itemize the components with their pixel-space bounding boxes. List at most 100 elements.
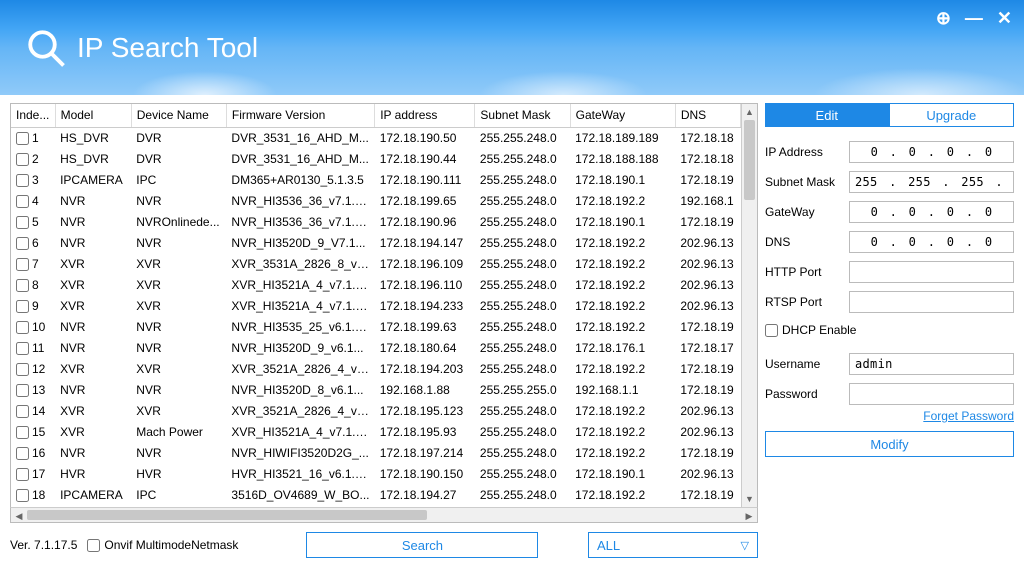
table-row[interactable]: 14XVRXVRXVR_3521A_2826_4_v7...172.18.195… [11,401,741,422]
http-port-input[interactable] [849,261,1014,283]
tab-edit[interactable]: Edit [765,103,889,127]
cell-ip: 172.18.190.111 [375,170,475,191]
col-header[interactable]: Subnet Mask [475,104,570,127]
password-input[interactable] [849,383,1014,405]
table-row[interactable]: 2HS_DVRDVRDVR_3531_16_AHD_M...172.18.190… [11,149,741,170]
row-checkbox[interactable] [16,237,29,250]
dhcp-checkbox[interactable]: DHCP Enable [765,323,1014,337]
col-header[interactable]: Firmware Version [226,104,374,127]
cell-dns: 202.96.13 [675,296,740,317]
row-checkbox[interactable] [16,363,29,376]
scroll-left-icon[interactable]: ◀ [11,508,27,522]
onvif-checkbox-input[interactable] [87,539,100,552]
scroll-right-icon[interactable]: ▶ [741,508,757,522]
dns-input[interactable] [849,231,1014,253]
row-index: 8 [32,278,39,292]
col-header[interactable]: Device Name [131,104,226,127]
col-header[interactable]: Model [55,104,131,127]
forget-password-link[interactable]: Forget Password [765,409,1014,423]
cell-mask: 255.255.248.0 [475,296,570,317]
onvif-checkbox[interactable]: Onvif MultimodeNetmask [87,538,238,552]
col-header[interactable]: DNS [675,104,740,127]
table-row[interactable]: 12XVRXVRXVR_3521A_2826_4_v7...172.18.194… [11,359,741,380]
cell-model: XVR [55,359,131,380]
search-button[interactable]: Search [306,532,538,558]
dhcp-checkbox-input[interactable] [765,324,778,337]
row-checkbox[interactable] [16,447,29,460]
row-checkbox[interactable] [16,300,29,313]
table-row[interactable]: 4NVRNVRNVR_HI3536_36_v7.1.3...172.18.199… [11,191,741,212]
col-header[interactable]: GateWay [570,104,675,127]
row-index: 17 [32,467,45,481]
cell-gw: 172.18.192.2 [570,317,675,338]
rtsp-port-input[interactable] [849,291,1014,313]
table-row[interactable]: 18IPCAMERAIPC3516D_OV4689_W_BO...172.18.… [11,485,741,506]
modify-button[interactable]: Modify [765,431,1014,457]
table-row[interactable]: 11NVRNVRNVR_HI3520D_9_v6.1...172.18.180.… [11,338,741,359]
hscroll-thumb[interactable] [27,510,427,520]
row-checkbox[interactable] [16,174,29,187]
subnet-mask-label: Subnet Mask [765,175,849,189]
cell-mask: 255.255.248.0 [475,149,570,170]
table-row[interactable]: 6NVRNVRNVR_HI3520D_9_V7.1...172.18.194.1… [11,233,741,254]
vertical-scrollbar[interactable]: ▲ ▼ [741,104,757,507]
row-checkbox[interactable] [16,153,29,166]
cell-mask: 255.255.248.0 [475,338,570,359]
filter-select[interactable]: ALL ▽ [588,532,758,558]
row-checkbox[interactable] [16,195,29,208]
cell-fw: HVR_HI3521_16_v6.1.4... [226,464,374,485]
row-checkbox[interactable] [16,258,29,271]
col-header[interactable]: Inde... [11,104,55,127]
table-row[interactable]: 1HS_DVRDVRDVR_3531_16_AHD_M...172.18.190… [11,127,741,149]
cell-fw: NVR_HI3520D_9_v6.1... [226,338,374,359]
table-row[interactable]: 15XVRMach PowerXVR_HI3521A_4_v7.1.2...17… [11,422,741,443]
row-checkbox[interactable] [16,321,29,334]
cell-gw: 192.168.1.1 [570,380,675,401]
table-row[interactable]: 3IPCAMERAIPCDM365+AR0130_5.1.3.5172.18.1… [11,170,741,191]
cell-dns: 202.96.13 [675,422,740,443]
gateway-input[interactable] [849,201,1014,223]
table-row[interactable]: 9XVRXVRXVR_HI3521A_4_v7.1.1...172.18.194… [11,296,741,317]
cell-dns: 202.96.13 [675,233,740,254]
ip-address-input[interactable] [849,141,1014,163]
username-input[interactable] [849,353,1014,375]
cell-mask: 255.255.248.0 [475,443,570,464]
subnet-mask-input[interactable] [849,171,1014,193]
close-icon[interactable]: ✕ [997,8,1012,29]
add-icon[interactable]: ⊕ [936,8,951,29]
row-checkbox[interactable] [16,405,29,418]
row-index: 14 [32,404,45,418]
row-checkbox[interactable] [16,216,29,229]
tab-upgrade[interactable]: Upgrade [889,103,1015,127]
col-header[interactable]: IP address [375,104,475,127]
scroll-up-icon[interactable]: ▲ [742,104,757,120]
rtsp-port-label: RTSP Port [765,295,849,309]
table-row[interactable]: 17HVRHVRHVR_HI3521_16_v6.1.4...172.18.19… [11,464,741,485]
row-checkbox[interactable] [16,132,29,145]
cell-gw: 172.18.189.189 [570,127,675,149]
horizontal-scrollbar[interactable]: ◀ ▶ [10,507,758,523]
scroll-thumb[interactable] [744,120,755,200]
cell-model: NVR [55,191,131,212]
table-row[interactable]: 13NVRNVRNVR_HI3520D_8_v6.1...192.168.1.8… [11,380,741,401]
table-row[interactable]: 5NVRNVROnlinede...NVR_HI3536_36_v7.1.3..… [11,212,741,233]
chevron-down-icon: ▽ [741,539,749,552]
ip-address-label: IP Address [765,145,849,159]
table-row[interactable]: 16NVRNVRNVR_HIWIFI3520D2G_...172.18.197.… [11,443,741,464]
cell-model: HS_DVR [55,149,131,170]
row-index: 3 [32,173,39,187]
scroll-down-icon[interactable]: ▼ [742,491,757,507]
row-checkbox[interactable] [16,468,29,481]
row-checkbox[interactable] [16,342,29,355]
cell-model: HS_DVR [55,127,131,149]
cell-name: NVR [131,233,226,254]
table-row[interactable]: 8XVRXVRXVR_HI3521A_4_v7.1.1...172.18.196… [11,275,741,296]
row-checkbox[interactable] [16,279,29,292]
row-checkbox[interactable] [16,426,29,439]
table-row[interactable]: 10NVRNVRNVR_HI3535_25_v6.1.4...172.18.19… [11,317,741,338]
row-checkbox[interactable] [16,489,29,502]
cell-dns: 172.18.19 [675,170,740,191]
row-checkbox[interactable] [16,384,29,397]
minimize-icon[interactable]: — [965,8,983,29]
table-row[interactable]: 7XVRXVRXVR_3531A_2826_8_v7...172.18.196.… [11,254,741,275]
